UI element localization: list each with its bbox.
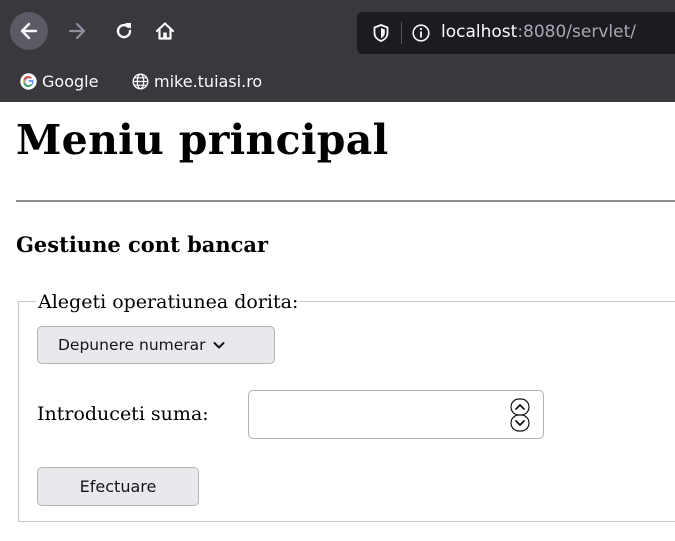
horizontal-rule [16,200,675,202]
back-button[interactable] [10,12,48,50]
info-icon[interactable] [411,23,431,43]
home-icon [155,22,175,40]
forward-arrow-icon [68,22,86,40]
operation-select-value: Depunere numerar [58,336,206,354]
amount-label: Introduceti suma: [37,403,209,425]
chevron-down-icon [213,341,225,350]
amount-input[interactable] [248,390,544,439]
bookmarks-toolbar: Google mike.tuiasi.ro [0,64,675,102]
bookmark-mike-tuiasi[interactable]: mike.tuiasi.ro [132,72,262,91]
forward-button[interactable] [64,18,90,44]
home-button[interactable] [152,18,178,44]
submit-button[interactable]: Efectuare [37,467,199,506]
shield-icon[interactable] [371,23,391,43]
globe-icon [132,73,149,90]
fieldset-legend: Alegeti operatiunea dorita: [36,291,301,313]
reload-icon [116,23,132,39]
bookmark-label: Google [42,72,99,91]
browser-chrome: localhost:8080/servlet/ Google mike.tuia… [0,0,675,102]
url-host: localhost [441,22,518,42]
spinner-arrows-icon [510,398,530,432]
back-arrow-icon [20,22,38,40]
address-bar[interactable]: localhost:8080/servlet/ [357,12,675,54]
url-text[interactable]: localhost:8080/servlet/ [441,22,636,42]
section-title: Gestiune cont bancar [16,232,269,257]
operation-select[interactable]: Depunere numerar [37,326,275,364]
amount-spinner[interactable] [510,398,530,432]
bookmark-label: mike.tuiasi.ro [154,72,263,91]
bookmark-google[interactable]: Google [20,72,98,91]
google-icon [20,73,37,90]
urlbar-separator [401,22,402,44]
url-path: :8080/servlet/ [517,22,636,42]
page-content: Meniu principal Gestiune cont bancar Ale… [0,102,675,541]
reload-button[interactable] [111,18,137,44]
page-title: Meniu principal [16,116,389,164]
navigation-toolbar: localhost:8080/servlet/ [0,0,675,64]
